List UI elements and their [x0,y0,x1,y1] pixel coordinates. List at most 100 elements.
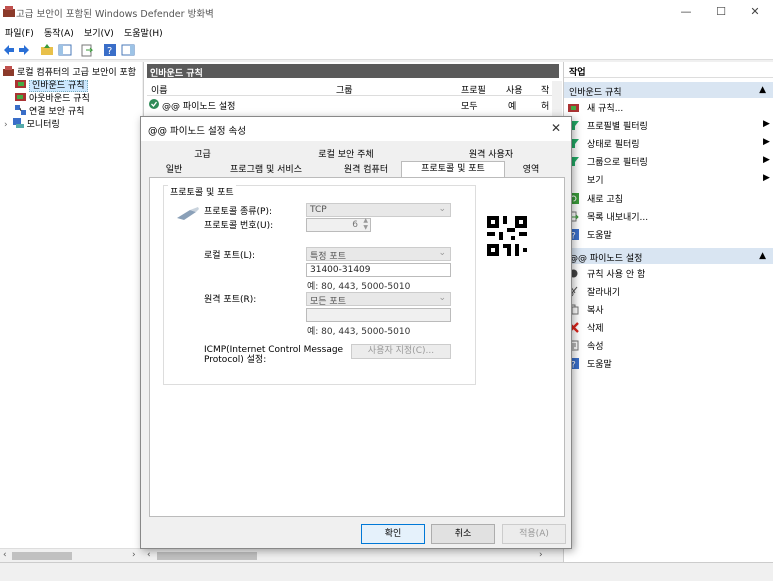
dialog-close-button[interactable]: ✕ [551,121,561,135]
action-label: 프로필별 필터링 [587,122,648,132]
action-label: 도움말 [587,231,612,241]
dialog-titlebar: @@ 파이노드 설정 속성 ✕ [141,117,571,141]
action-label: 복사 [587,306,604,316]
minimize-button[interactable]: — [670,2,702,22]
tree-item-label: 아웃바운드 규칙 [29,94,90,104]
column-enabled[interactable]: 사용 [506,83,523,96]
tab-local-principals[interactable]: 로컬 보안 주체 [291,148,401,162]
column-headers: 이름 그룹 프로필 사용 작 [147,81,559,96]
network-cable-icon [177,207,199,220]
remote-port-input[interactable] [306,308,451,322]
show-hide-tree-icon[interactable] [58,43,72,57]
section-title: @@ 파이노드 설정 [569,254,643,264]
action-disable-rule[interactable]: 규칙 사용 안 함 [568,267,645,283]
action-filter-profile[interactable]: 프로필별 필터링 ▶ [568,119,770,135]
close-button[interactable]: ✕ [739,2,771,22]
menu-help[interactable]: 도움말(H) [124,26,163,39]
up-folder-icon[interactable] [40,43,54,57]
column-action[interactable]: 작 [541,83,549,96]
action-help-rule[interactable]: ? 도움말 [568,357,612,373]
tab-advanced[interactable]: 고급 [175,148,230,162]
action-delete[interactable]: 삭제 [568,321,604,337]
console-tree: 로컬 컴퓨터의 고급 보안이 포함 인바운드 규칙 아웃바운드 규칙 연결 보안… [0,62,142,548]
tree-item-connection-security-rules[interactable]: 연결 보안 규칙 [15,104,84,117]
chevron-down-icon: ⌄ [438,204,446,214]
menu-view[interactable]: 보기(V) [84,26,114,39]
action-refresh[interactable]: 새로 고침 [568,192,623,208]
action-properties[interactable]: 속성 [568,339,604,355]
list-horizontal-scrollbar[interactable]: ‹ › [143,548,563,562]
chevron-down-icon: ⌄ [438,293,446,303]
scroll-thumb[interactable] [157,552,257,560]
ok-button[interactable]: 확인 [361,524,425,544]
actions-section-rule[interactable]: @@ 파이노드 설정 ▲ [564,248,773,264]
tab-scope[interactable]: 영역 [511,163,551,177]
back-arrow-icon[interactable] [2,43,16,57]
window-titlebar: 고급 보안이 포함된 Windows Defender 방화벽 — ☐ ✕ [0,0,773,24]
action-help[interactable]: ? 도움말 [568,228,612,244]
forward-arrow-icon[interactable] [17,43,31,57]
tree-horizontal-scrollbar[interactable]: ‹ › [0,548,142,562]
icmp-customize-button[interactable]: 사용자 지정(C)... [351,344,451,359]
chevron-down-icon: ⌄ [438,248,446,258]
submenu-arrow-icon: ▶ [763,155,770,165]
tab-remote-users[interactable]: 원격 사용자 [456,148,526,162]
scroll-right-icon[interactable]: › [539,550,543,560]
pane-header: 인바운드 규칙 [147,64,559,79]
row-enabled: 예 [508,102,517,112]
scroll-left-icon[interactable]: ‹ [3,550,7,560]
menu-action[interactable]: 동작(A) [44,26,74,39]
inbound-rules-icon [15,80,26,88]
apply-button[interactable]: 적용(A) [502,524,566,544]
tree-item-inbound-rules[interactable]: 인바운드 규칙 [15,78,88,92]
protocol-number-value: 6 [352,220,358,230]
tree-item-monitoring[interactable]: › 모니터링 [4,117,60,130]
collapse-arrow-icon[interactable]: ▲ [759,251,766,261]
submenu-arrow-icon: ▶ [763,173,770,183]
column-name[interactable]: 이름 [151,83,168,96]
remote-port-dropdown[interactable]: 모든 포트 ⌄ [306,292,451,307]
svg-text:?: ? [107,46,112,57]
expand-chevron-icon[interactable]: › [4,120,8,130]
scroll-right-icon[interactable]: › [132,550,136,560]
tab-general[interactable]: 일반 [155,163,193,177]
action-label: 상태로 필터링 [587,140,640,150]
tab-protocols-ports[interactable]: 프로토콜 및 포트 [401,161,505,178]
protocol-type-dropdown[interactable]: TCP ⌄ [306,203,451,217]
column-profile[interactable]: 프로필 [461,83,486,96]
actions-section-inbound[interactable]: 인바운드 규칙 ▲ [564,82,773,98]
export-list-icon[interactable] [80,43,94,57]
stepper-arrows-icon[interactable]: ▲ ▼ [363,217,368,231]
action-label: 도움말 [587,360,612,370]
action-view[interactable]: 보기 ▶ [568,173,770,189]
action-new-rule[interactable]: 새 규칙... [568,101,623,117]
action-copy[interactable]: 복사 [568,303,604,319]
action-filter-state[interactable]: 상태로 필터링 ▶ [568,137,770,153]
scroll-left-icon[interactable]: ‹ [147,550,151,560]
help-icon[interactable]: ? [103,43,117,57]
action-cut[interactable]: 잘라내기 [568,285,620,301]
action-export-list[interactable]: 목록 내보내기... [568,210,648,226]
action-filter-group[interactable]: 그룹으로 필터링 ▶ [568,155,770,171]
properties-view-icon[interactable] [121,43,135,57]
status-bar [0,562,773,581]
cancel-button[interactable]: 취소 [431,524,495,544]
local-port-dropdown[interactable]: 특정 포트 ⌄ [306,247,451,262]
local-port-input[interactable]: 31400-31409 [306,263,451,277]
tree-item-outbound-rules[interactable]: 아웃바운드 규칙 [15,91,90,104]
collapse-arrow-icon[interactable]: ▲ [759,85,766,95]
tab-programs-services[interactable]: 프로그램 및 서비스 [221,163,311,177]
submenu-arrow-icon: ▶ [763,119,770,129]
menu-bar: 파일(F) 동작(A) 보기(V) 도움말(H) [0,24,773,40]
action-label: 새로 고침 [587,195,623,205]
column-group[interactable]: 그룹 [336,83,353,96]
protocol-number-stepper[interactable]: 6 ▲ ▼ [306,217,371,232]
outbound-rules-icon [15,93,26,101]
scroll-thumb[interactable] [12,552,72,560]
tree-root[interactable]: 로컬 컴퓨터의 고급 보안이 포함 [3,65,136,78]
menu-file[interactable]: 파일(F) [5,26,34,39]
table-row[interactable]: @@ 파이노드 설정 모두 예 허 [147,97,559,112]
maximize-button[interactable]: ☐ [705,2,737,22]
remote-port-label: 원격 포트(R): [204,295,257,305]
tab-remote-computers[interactable]: 원격 컴퓨터 [331,163,401,177]
